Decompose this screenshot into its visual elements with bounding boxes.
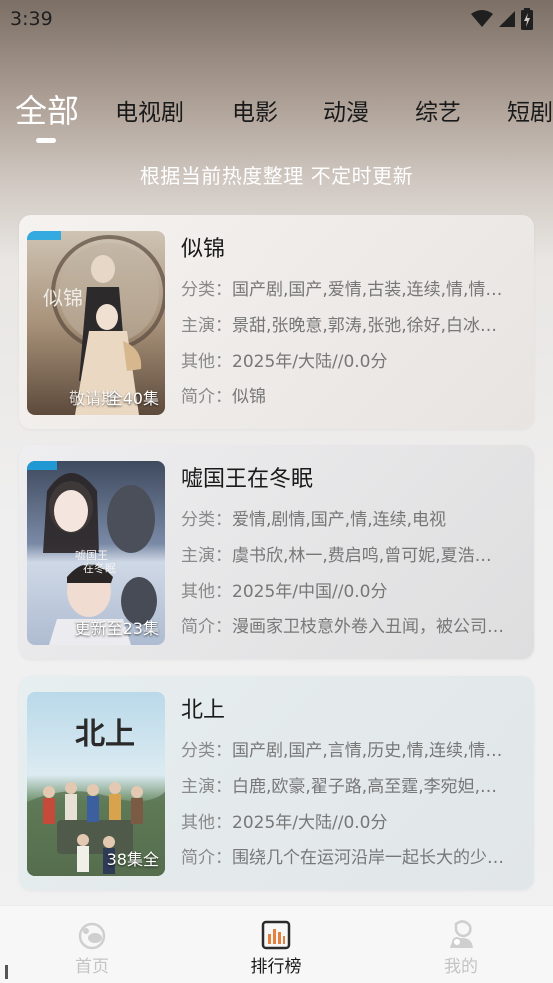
category-label: 分类： [181,741,232,761]
drama-title[interactable]: 似锦 [181,231,225,263]
svg-text:嘘国王: 嘘国王 [75,549,108,562]
cast-value: 虞书欣,林一,费启鸣,曾可妮,夏浩… [232,546,492,566]
drama-card[interactable]: 似锦 敬请期 全40集 似锦 分类：国产剧,国产,爱情,古装,连续,情,情… 主… [19,215,534,429]
home-icon [78,922,106,950]
other-label: 其他： [181,813,232,833]
poster-image[interactable]: 似锦 敬请期 全40集 [27,231,165,415]
nav-ranking-label: 排行榜 [250,957,302,977]
other-row: 其他：2025年/中国//0.0分 [181,577,526,602]
episode-badge: 38集全 [106,850,159,869]
nav-ranking[interactable]: 排行榜 [221,920,331,977]
category-label: 分类： [181,280,232,300]
episode-badge: 全40集 [106,389,159,408]
tab-all[interactable]: 全部 [15,88,79,136]
other-label: 其他： [181,582,232,602]
intro-row: 简介：漫画家卫枝意外卷入丑闻，被公司… [181,612,526,637]
tab-variety[interactable]: 综艺 [415,88,461,138]
other-label: 其他： [181,352,232,372]
drama-title[interactable]: 北上 [181,692,225,724]
intro-row: 简介：围绕几个在运河沿岸一起长大的少… [181,843,526,868]
status-time: 3:39 [10,8,53,30]
category-label: 分类： [181,510,232,530]
cast-label: 主演： [181,316,232,336]
intro-label: 简介： [181,617,232,637]
drama-title[interactable]: 嘘国王在冬眠 [181,461,313,493]
signal-icon [499,11,515,27]
cast-label: 主演： [181,777,232,797]
cast-row: 主演：虞书欣,林一,费启鸣,曾可妮,夏浩… [181,541,526,566]
cast-value: 白鹿,欧豪,翟子路,高至霆,李宛妲,… [232,777,498,797]
poster-image[interactable]: 嘘国王 在冬眠 更新至23集 [27,461,165,645]
other-value: 2025年/中国//0.0分 [232,582,388,602]
intro-label: 简介： [181,848,232,868]
cast-row: 主演：白鹿,欧豪,翟子路,高至霆,李宛妲,… [181,772,526,797]
status-bar: 3:39 [0,0,553,38]
cast-value: 景甜,张晚意,郭涛,张弛,徐好,白冰… [232,316,498,336]
other-row: 其他：2025年/大陆//0.0分 [181,808,526,833]
category-value: 爱情,剧情,国产,情,连续,电视 [232,510,447,530]
tab-anime[interactable]: 动漫 [323,88,369,138]
other-value: 2025年/大陆//0.0分 [232,352,388,372]
category-row: 分类：国产剧,国产,爱情,古装,连续,情,情… [181,275,526,300]
other-value: 2025年/大陆//0.0分 [232,813,388,833]
tab-movie[interactable]: 电影 [232,88,278,138]
drama-card[interactable]: 嘘国王 在冬眠 更新至23集 嘘国王在冬眠 分类：爱情,剧情,国产,情,连续,电… [19,445,534,659]
cast-row: 主演：景甜,张晚意,郭涛,张弛,徐好,白冰… [181,311,526,336]
tab-tv-series[interactable]: 电视剧 [115,88,184,138]
nav-mine[interactable]: 我的 [406,920,516,977]
intro-label: 简介： [181,387,232,407]
chart-icon [261,920,291,950]
nav-home[interactable]: 首页 [37,920,147,977]
active-tab-indicator [36,138,56,143]
intro-value: 似锦 [232,387,266,407]
nav-home-label: 首页 [75,957,109,977]
other-row: 其他：2025年/大陆//0.0分 [181,347,526,372]
category-row: 分类：爱情,剧情,国产,情,连续,电视 [181,505,526,530]
bottom-nav: 首页 排行榜 我的 [0,905,553,983]
status-icons [471,8,533,30]
poster-calligraphy: 似锦 [43,286,83,310]
category-row: 分类：国产剧,国产,言情,历史,情,连续,情… [181,736,526,761]
intro-value: 围绕几个在运河沿岸一起长大的少… [232,848,504,868]
system-gesture-indicator [5,965,8,979]
cast-label: 主演： [181,546,232,566]
intro-value: 漫画家卫枝意外卷入丑闻，被公司… [232,617,504,637]
ranking-subtitle: 根据当前热度整理 不定时更新 [139,164,414,188]
poster-image[interactable]: 北上 38集全 [27,692,165,876]
battery-charging-icon [521,8,533,30]
drama-card[interactable]: 北上 38集全 北上 分类：国产剧,国产,言情,历史,情,连续,情… 主演：白鹿… [19,676,534,890]
tab-short-drama[interactable]: 短剧 [507,88,553,138]
category-value: 国产剧,国产,言情,历史,情,连续,情… [232,741,503,761]
wifi-icon [471,10,493,27]
intro-row: 简介：似锦 [181,382,526,407]
category-value: 国产剧,国产,爱情,古装,连续,情,情… [232,280,503,300]
poster-calligraphy: 北上 [75,717,135,752]
category-tabs: 全部 电视剧 电影 动漫 综艺 短剧 [0,88,553,144]
nav-mine-label: 我的 [444,957,478,977]
svg-text:在冬眠: 在冬眠 [83,561,116,575]
episode-badge: 更新至23集 [74,619,159,638]
user-icon [450,920,473,948]
